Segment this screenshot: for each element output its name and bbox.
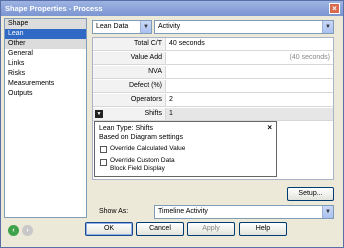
property-value[interactable]: 2 [169, 94, 173, 106]
sidebar-item-outputs[interactable]: Outputs [5, 89, 86, 99]
window-title: Shape Properties - Process [5, 4, 103, 13]
property-row-total-ct[interactable]: Total C/T 40 seconds [93, 38, 333, 51]
property-value[interactable]: 1 [169, 108, 173, 120]
show-as-label: Show As: [99, 208, 129, 215]
sidebar-item-risks[interactable]: Risks [5, 69, 86, 79]
popup-title: Lean Type: Shifts [99, 125, 153, 132]
ok-button[interactable]: OK [85, 222, 133, 236]
block-field-display-label: Block Field Display [110, 165, 165, 172]
title-bar: Shape Properties - Process × [1, 1, 343, 16]
sidebar-item-general[interactable]: General [5, 49, 86, 59]
property-value[interactable]: 40 seconds [169, 38, 205, 50]
property-value[interactable]: (40 seconds) [290, 52, 330, 64]
property-label: Value Add [93, 52, 166, 64]
property-label: NVA [93, 66, 166, 78]
property-label: Defect (%) [93, 80, 166, 92]
dropdown-toggle-icon[interactable]: ▼ [95, 110, 103, 118]
property-row-nva[interactable]: NVA [93, 66, 333, 79]
apply-button[interactable]: Apply [187, 222, 235, 236]
sidebar-item-measurements[interactable]: Measurements [5, 79, 86, 89]
chevron-down-icon[interactable]: ▼ [322, 206, 333, 218]
property-label: Operators [93, 94, 166, 106]
sidebar-item-lean[interactable]: Lean [5, 29, 86, 39]
override-custom-data-checkbox[interactable] [100, 159, 107, 166]
override-calculated-checkbox[interactable] [100, 146, 107, 153]
category-list: Shape Lean Other General Links Risks Mea… [4, 18, 87, 218]
activity-select[interactable]: Activity ▼ [154, 20, 334, 34]
chevron-down-icon[interactable]: ▼ [322, 21, 333, 33]
close-icon[interactable]: × [329, 3, 340, 14]
chevron-down-icon[interactable]: ▼ [140, 21, 151, 33]
show-as-select[interactable]: Timeline Activity ▼ [154, 205, 334, 219]
category-select[interactable]: Lean Data ▼ [92, 20, 152, 34]
property-row-shifts[interactable]: Shifts ▼ 1 [93, 108, 333, 121]
back-icon[interactable]: ‹ [8, 225, 19, 236]
override-calculated-label: Override Calculated Value [110, 145, 186, 152]
property-row-operators[interactable]: Operators 2 [93, 94, 333, 107]
popup-subtitle: Based on Diagram settings [99, 134, 184, 141]
lean-type-popup: Lean Type: Shifts × Based on Diagram set… [94, 121, 277, 177]
setup-button[interactable]: Setup... [287, 187, 334, 201]
show-as-value: Timeline Activity [158, 208, 208, 215]
property-label: Total C/T [93, 38, 166, 50]
shape-properties-window: Shape Properties - Process × Shape Lean … [0, 0, 344, 248]
activity-select-value: Activity [158, 23, 181, 30]
override-custom-data-label: Override Custom Data [110, 157, 175, 164]
sidebar-item-links[interactable]: Links [5, 59, 86, 69]
cancel-button[interactable]: Cancel [136, 222, 184, 236]
category-select-value: Lean Data [96, 23, 129, 30]
close-icon[interactable]: × [267, 123, 272, 132]
property-row-defect[interactable]: Defect (%) [93, 80, 333, 93]
property-label: Shifts [93, 108, 166, 120]
help-button[interactable]: Help [239, 222, 287, 236]
forward-icon[interactable]: › [22, 225, 33, 236]
sidebar-item-shape[interactable]: Shape [5, 19, 86, 29]
property-row-value-add[interactable]: Value Add (40 seconds) [93, 52, 333, 65]
sidebar-item-other[interactable]: Other [5, 39, 86, 49]
